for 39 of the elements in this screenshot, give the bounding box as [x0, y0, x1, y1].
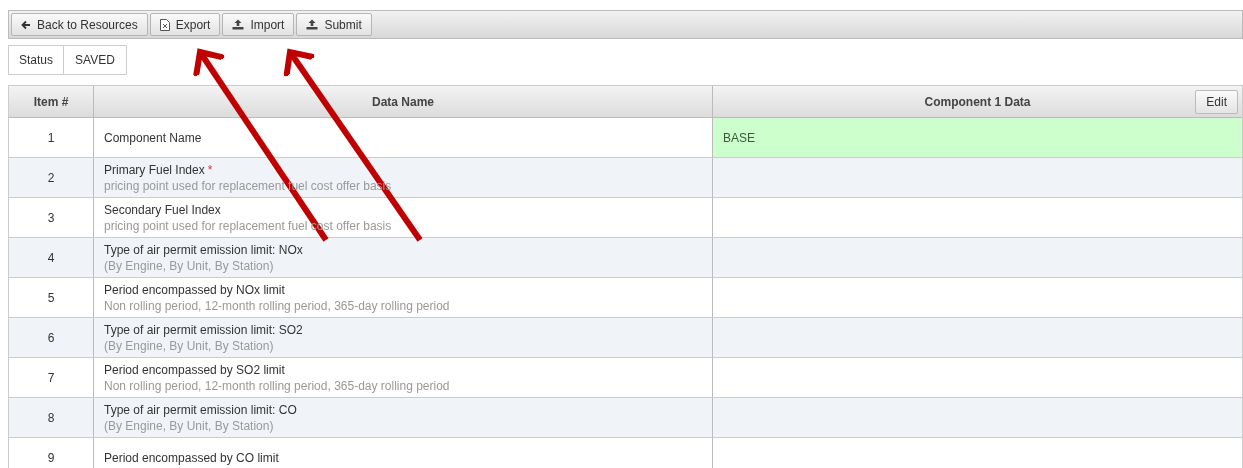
- upload-icon: [232, 19, 245, 30]
- data-name-text: Secondary Fuel Index: [104, 201, 221, 218]
- column-header: Component 1 Data: [924, 93, 1031, 111]
- status-value: SAVED: [74, 52, 116, 69]
- data-name-text: Type of air permit emission limit: NOx: [104, 241, 303, 258]
- item-number: 8: [47, 410, 55, 426]
- value-text: BASE: [723, 129, 755, 147]
- toolbar-button[interactable]: Submit: [296, 13, 372, 36]
- status-label: Status: [9, 46, 65, 74]
- upload-icon: [306, 19, 319, 30]
- edit-button[interactable]: Edit: [1195, 89, 1238, 114]
- data-description: (By Engine, By Unit, By Station): [104, 417, 274, 434]
- item-number: 7: [47, 370, 55, 386]
- item-number: 5: [47, 290, 55, 306]
- left-arrow-icon: [21, 19, 31, 30]
- toolbar-button[interactable]: Import: [222, 13, 295, 36]
- data-name-text: Period encompassed by SO2 limit: [104, 361, 285, 378]
- item-number: 1: [47, 130, 55, 146]
- toolbar-button[interactable]: Back to Resources: [11, 13, 148, 36]
- toolbar-button[interactable]: Export: [149, 13, 221, 36]
- required-mark: *: [207, 161, 213, 178]
- data-name-text: Type of air permit emission limit: CO: [104, 401, 297, 418]
- column-header: Item #: [9, 86, 94, 117]
- data-name-text: Primary Fuel Index: [104, 161, 205, 178]
- item-number: 6: [47, 330, 55, 346]
- data-name-text: Component Name: [104, 130, 202, 146]
- data-description: Non rolling period, 12-month rolling period, 365-day rolling period: [104, 377, 450, 394]
- data-description: (By Engine, By Unit, By Station): [104, 257, 274, 274]
- data-name-text: Type of air permit emission limit: SO2: [104, 321, 303, 338]
- column-header: Data Name: [94, 86, 713, 117]
- item-number: 2: [47, 170, 55, 186]
- data-name-text: Period encompassed by NOx limit: [104, 281, 285, 298]
- item-number: 3: [47, 210, 55, 226]
- data-name-text: Period encompassed by CO limit: [104, 450, 279, 466]
- data-description: (By Engine, By Unit, By Station): [104, 337, 274, 354]
- spreadsheet-file-icon: [159, 18, 170, 31]
- data-description: Non rolling period, 12-month rolling period, 365-day rolling period: [104, 297, 450, 314]
- item-number: 9: [47, 450, 55, 466]
- item-number: 4: [47, 250, 55, 266]
